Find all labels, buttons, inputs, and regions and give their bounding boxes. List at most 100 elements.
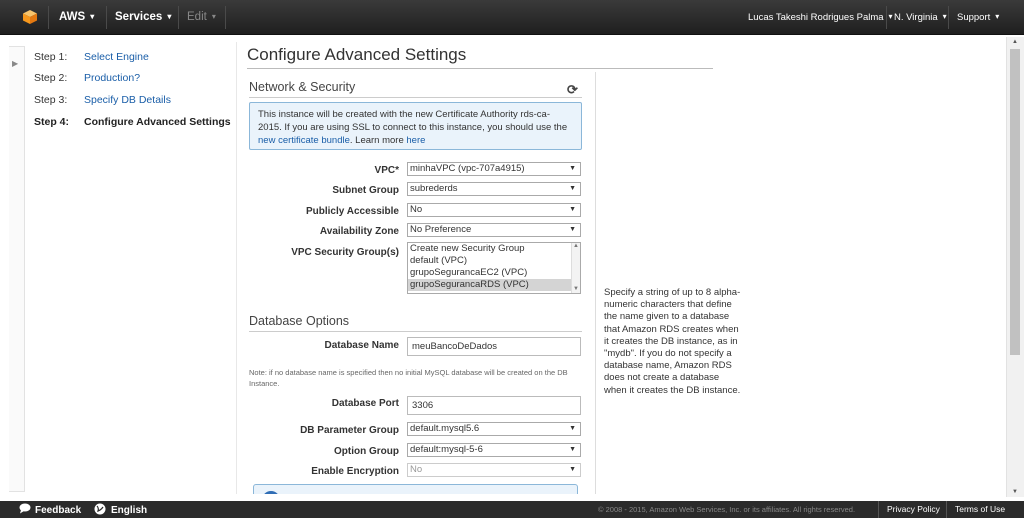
scroll-down-icon[interactable]: ▼ <box>1012 489 1018 495</box>
side-panel-toggle[interactable]: ▶ <box>9 46 25 492</box>
availability-zone-label: Availability Zone <box>319 226 399 237</box>
chevron-down-icon: ▾ <box>167 12 172 21</box>
step-production[interactable]: Step 2: Production? <box>34 72 140 84</box>
option-group-select[interactable]: default:mysql-5-6 ▼ <box>407 443 581 457</box>
edit-menu[interactable]: Edit ▾ <box>187 11 216 23</box>
support-label: Support <box>957 12 991 23</box>
user-menu[interactable]: Lucas Takeshi Rodrigues Palma ▾ <box>748 12 893 23</box>
security-group-option[interactable]: grupoSegurancaEC2 (VPC) <box>408 267 580 279</box>
region-name: N. Virginia <box>894 12 938 23</box>
subnet-group-select[interactable]: subrederds ▼ <box>407 182 581 196</box>
step-number: Step 2: <box>34 72 68 84</box>
publicly-accessible-label: Publicly Accessible <box>305 206 399 217</box>
aws-menu[interactable]: AWS ▾ <box>59 11 94 23</box>
security-groups-listbox[interactable]: Create new Security Group default (VPC) … <box>407 242 581 294</box>
learn-more-link[interactable]: here <box>406 135 425 146</box>
dropdown-arrow-icon: ▼ <box>569 446 576 453</box>
step-number: Step 3: <box>34 94 68 106</box>
support-menu[interactable]: Support ▾ <box>957 12 999 23</box>
info-icon <box>262 491 280 494</box>
step-label[interactable]: Production? <box>84 72 140 84</box>
title-underline <box>247 68 713 69</box>
listbox-scrollbar[interactable]: ▲ ▼ <box>571 243 580 293</box>
certificate-bundle-link[interactable]: new certificate bundle <box>258 135 350 146</box>
database-name-note: Note: if no database name is specified t… <box>249 368 568 388</box>
encryption-value: No <box>410 464 423 475</box>
encryption-info-box <box>253 484 578 494</box>
nav-separator <box>886 6 887 29</box>
privacy-policy-link[interactable]: Privacy Policy <box>887 504 940 514</box>
dropdown-arrow-icon: ▼ <box>569 226 576 233</box>
nav-separator <box>48 6 49 29</box>
language-label: English <box>111 505 148 516</box>
dropdown-arrow-icon: ▼ <box>569 165 576 172</box>
page-scrollbar[interactable]: ▲ ▼ <box>1006 37 1024 497</box>
scroll-up-icon[interactable]: ▲ <box>1012 39 1018 45</box>
availability-zone-value: No Preference <box>410 224 472 235</box>
vpc-select[interactable]: minhaVPC (vpc-707a4915) ▼ <box>407 162 581 176</box>
database-port-label: Database Port <box>331 398 399 409</box>
chevron-down-icon: ▾ <box>211 12 216 21</box>
scroll-down-icon[interactable]: ▼ <box>573 286 579 292</box>
availability-zone-select[interactable]: No Preference ▼ <box>407 223 581 237</box>
scrollbar-thumb[interactable] <box>1010 49 1020 355</box>
aws-cube-logo-icon[interactable] <box>22 9 38 25</box>
top-navigation-bar: AWS ▾ Services ▾ Edit ▾ Lucas Takeshi Rodri… <box>0 0 1024 35</box>
chevron-down-icon: ▾ <box>942 12 947 21</box>
chevron-down-icon: ▾ <box>995 12 1000 21</box>
step-number: Step 1: <box>34 51 68 63</box>
parameter-group-label: DB Parameter Group <box>300 425 399 436</box>
edit-menu-label: Edit <box>187 11 207 23</box>
terms-of-use-link[interactable]: Terms of Use <box>955 504 1005 514</box>
network-section-title: Network & Security <box>249 80 356 94</box>
nav-separator <box>178 6 179 29</box>
nav-separator <box>948 6 949 29</box>
vpc-value: minhaVPC (vpc-707a4915) <box>410 163 525 174</box>
language-selector[interactable]: English <box>94 503 147 516</box>
scroll-up-icon[interactable]: ▲ <box>573 243 579 249</box>
page-title: Configure Advanced Settings <box>247 45 467 64</box>
copyright-text: © 2008 - 2015, Amazon Web Services, Inc.… <box>598 505 856 514</box>
services-menu-label: Services <box>115 11 163 23</box>
security-group-option[interactable]: Create new Security Group <box>408 243 580 255</box>
aws-menu-label: AWS <box>59 11 86 23</box>
database-name-label: Database Name <box>324 340 399 351</box>
globe-icon <box>94 503 106 515</box>
info-text-mid: . Learn more <box>349 135 407 146</box>
feedback-button[interactable]: Feedback <box>19 503 81 516</box>
settings-form: Network & Security ⟳ This instance will … <box>247 72 596 494</box>
steps-divider <box>236 42 237 494</box>
footer-separator <box>878 501 879 518</box>
subnet-group-value: subrederds <box>410 183 458 194</box>
certificate-info-box: This instance will be created with the n… <box>249 102 582 150</box>
option-group-value: default:mysql-5-6 <box>410 444 483 455</box>
subnet-group-label: Subnet Group <box>332 185 399 196</box>
refresh-icon[interactable]: ⟳ <box>567 82 578 98</box>
step-label[interactable]: Select Engine <box>84 51 149 63</box>
services-menu[interactable]: Services ▾ <box>115 11 171 23</box>
info-text: This instance will be created with the n… <box>258 109 568 133</box>
section-divider <box>249 97 582 98</box>
publicly-accessible-value: No <box>410 204 423 215</box>
parameter-group-value: default.mysql5.6 <box>410 423 480 434</box>
publicly-accessible-select[interactable]: No ▼ <box>407 203 581 217</box>
security-group-option-selected[interactable]: grupoSegurancaRDS (VPC) <box>408 279 580 291</box>
encryption-select[interactable]: No ▼ <box>407 463 581 477</box>
feedback-label: Feedback <box>35 505 82 516</box>
region-menu[interactable]: N. Virginia ▾ <box>894 12 947 23</box>
database-name-input[interactable]: meuBancoDeDados <box>407 337 581 356</box>
step-label[interactable]: Specify DB Details <box>84 94 171 106</box>
option-group-label: Option Group <box>334 446 399 457</box>
nav-separator <box>225 6 226 29</box>
database-name-help: Specify a string of up to 8 alpha-numeri… <box>604 287 741 396</box>
step-db-details[interactable]: Step 3: Specify DB Details <box>34 94 171 106</box>
step-label: Configure Advanced Settings <box>84 116 231 128</box>
security-group-option[interactable]: default (VPC) <box>408 255 580 267</box>
encryption-label: Enable Encryption <box>311 466 399 477</box>
step-select-engine[interactable]: Step 1: Select Engine <box>34 51 149 63</box>
footer-separator <box>946 501 947 518</box>
dropdown-arrow-icon: ▼ <box>569 185 576 192</box>
parameter-group-select[interactable]: default.mysql5.6 ▼ <box>407 422 581 436</box>
database-port-input[interactable]: 3306 <box>407 396 581 415</box>
chevron-right-icon: ▶ <box>12 59 19 68</box>
